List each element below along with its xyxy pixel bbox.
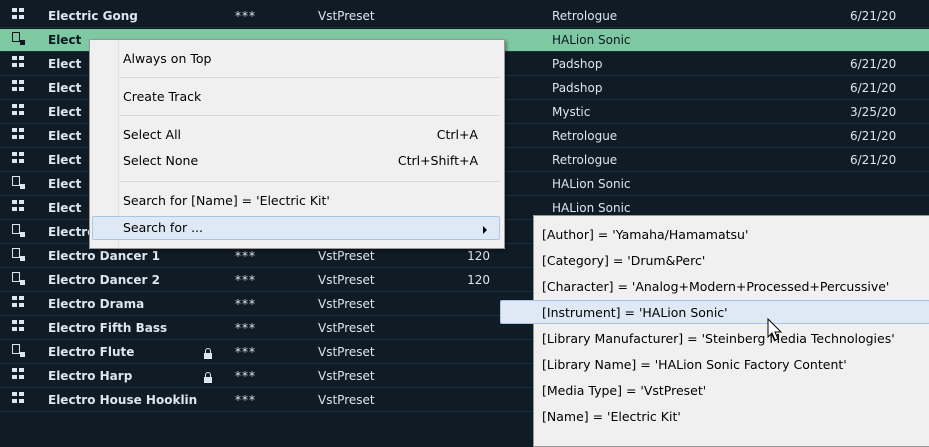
preset-rating: *** <box>235 393 256 407</box>
multi-preset-icon <box>12 296 28 311</box>
submenu-label: [Library Name] = 'HALion Sonic Factory C… <box>542 357 847 372</box>
preset-name: Electro Flute <box>48 345 135 359</box>
menu-label: Search for [Name] = 'Electric Kit' <box>123 193 330 208</box>
preset-name: Electric Gong <box>48 9 138 23</box>
preset-type: VstPreset <box>318 345 375 359</box>
preset-type: VstPreset <box>318 297 375 311</box>
preset-name: Electro Dancer 1 <box>48 249 160 263</box>
preset-rating: *** <box>235 273 256 287</box>
menu-item-select-none[interactable]: Select None Ctrl+Shift+A <box>123 150 478 172</box>
preset-instrument: Padshop <box>552 81 603 95</box>
preset-name: Electro Fifth Bass <box>48 321 168 335</box>
menu-item-always-on-top[interactable]: Always on Top <box>123 48 483 70</box>
menu-shortcut: Ctrl+A <box>436 127 478 142</box>
context-menu: Always on Top Create Track Select All Ct… <box>89 39 505 249</box>
mouse-cursor-icon <box>767 318 783 341</box>
preset-date: 3/25/20 <box>850 105 897 119</box>
submenu-label: [Name] = 'Electric Kit' <box>542 409 681 424</box>
preset-type: VstPreset <box>318 9 375 23</box>
single-preset-icon <box>12 176 28 191</box>
preset-instrument: Mystic <box>552 105 591 119</box>
multi-preset-icon <box>12 392 28 407</box>
preset-rating: *** <box>235 321 256 335</box>
menu-label: Search for ... <box>123 220 203 235</box>
submenu-label: [Library Manufacturer] = 'Steinberg Medi… <box>542 331 895 346</box>
submenu-label: [Media Type] = 'VstPreset' <box>542 383 707 398</box>
submenu-item[interactable]: [Character] = 'Analog+Modern+Processed+P… <box>542 276 929 298</box>
multi-preset-icon <box>12 104 28 119</box>
menu-label: Select None <box>123 153 199 168</box>
lock-icon <box>204 369 218 383</box>
submenu-item[interactable]: [Name] = 'Electric Kit' <box>542 406 929 428</box>
preset-rating: *** <box>235 369 256 383</box>
multi-preset-icon <box>12 152 28 167</box>
preset-date: 6/21/20 <box>850 81 897 95</box>
multi-preset-icon <box>12 128 28 143</box>
single-preset-icon <box>12 32 28 47</box>
preset-name: Electro Dancer 2 <box>48 273 160 287</box>
preset-name: Electro Harp <box>48 369 133 383</box>
submenu-label: [Category] = 'Drum&Perc' <box>542 253 706 268</box>
submenu-label: [Character] = 'Analog+Modern+Processed+P… <box>542 279 890 294</box>
menu-item-search-for[interactable]: Search for ... <box>123 217 483 239</box>
menu-separator <box>120 181 500 182</box>
preset-type: VstPreset <box>318 393 375 407</box>
single-preset-icon <box>12 224 28 239</box>
multi-preset-icon <box>12 320 28 335</box>
preset-type: VstPreset <box>318 273 375 287</box>
preset-instrument: Padshop <box>552 57 603 71</box>
preset-instrument: Retrologue <box>552 129 618 143</box>
submenu-item[interactable]: [Category] = 'Drum&Perc' <box>542 250 929 272</box>
preset-tempo: 120 <box>467 273 490 287</box>
preset-name: Electro House Hooklin <box>48 393 198 407</box>
multi-preset-icon <box>12 368 28 383</box>
submenu-item[interactable]: [Library Name] = 'HALion Sonic Factory C… <box>542 354 929 376</box>
preset-type: VstPreset <box>318 321 375 335</box>
preset-name: Electro Drama <box>48 297 145 311</box>
single-preset-icon <box>12 344 28 359</box>
menu-shortcut: Ctrl+Shift+A <box>397 153 478 168</box>
submenu-item[interactable]: [Media Type] = 'VstPreset' <box>542 380 929 402</box>
lock-icon <box>204 345 218 359</box>
table-row[interactable]: Electric Gong *** VstPreset Retrologue 6/21/… <box>0 5 929 28</box>
preset-instrument: HALion Sonic <box>552 201 631 215</box>
menu-item-select-all[interactable]: Select All Ctrl+A <box>123 124 478 146</box>
submenu-label: [Instrument] = 'HALion Sonic' <box>542 305 728 320</box>
preset-date: 6/21/20 <box>850 153 897 167</box>
preset-rating: *** <box>235 345 256 359</box>
multi-preset-icon <box>12 56 28 71</box>
menu-label: Always on Top <box>123 51 212 66</box>
preset-tempo: 120 <box>467 249 490 263</box>
preset-instrument: HALion Sonic <box>552 33 631 47</box>
preset-type: VstPreset <box>318 249 375 263</box>
preset-rating: *** <box>235 9 256 23</box>
submenu-item[interactable]: [Library Manufacturer] = 'Steinberg Medi… <box>542 328 929 350</box>
menu-label: Create Track <box>123 89 202 104</box>
menu-separator <box>120 115 500 116</box>
multi-preset-icon <box>12 200 28 215</box>
preset-instrument: HALion Sonic <box>552 177 631 191</box>
multi-preset-icon <box>12 80 28 95</box>
preset-rating: *** <box>235 297 256 311</box>
menu-label: Select All <box>123 127 182 142</box>
preset-date: 6/21/20 <box>850 129 897 143</box>
menu-item-create-track[interactable]: Create Track <box>123 86 483 108</box>
single-preset-icon <box>12 272 28 287</box>
preset-instrument: Retrologue <box>552 153 618 167</box>
menu-item-search-name[interactable]: Search for [Name] = 'Electric Kit' <box>123 190 483 212</box>
submenu-item[interactable]: [Author] = 'Yamaha/Hamamatsu' <box>542 224 929 246</box>
single-preset-icon <box>12 248 28 263</box>
preset-instrument: Retrologue <box>552 9 618 23</box>
submenu-label: [Author] = 'Yamaha/Hamamatsu' <box>542 227 749 242</box>
preset-date: 6/21/20 <box>850 57 897 71</box>
submenu-arrow-icon <box>483 226 487 234</box>
preset-type: VstPreset <box>318 369 375 383</box>
submenu-item[interactable]: [Instrument] = 'HALion Sonic' <box>542 302 929 324</box>
search-submenu: [Author] = 'Yamaha/Hamamatsu' [Category] … <box>500 215 929 447</box>
multi-preset-icon <box>12 8 28 23</box>
preset-rating: *** <box>235 249 256 263</box>
preset-date: 6/21/20 <box>850 9 897 23</box>
menu-separator <box>120 77 500 78</box>
